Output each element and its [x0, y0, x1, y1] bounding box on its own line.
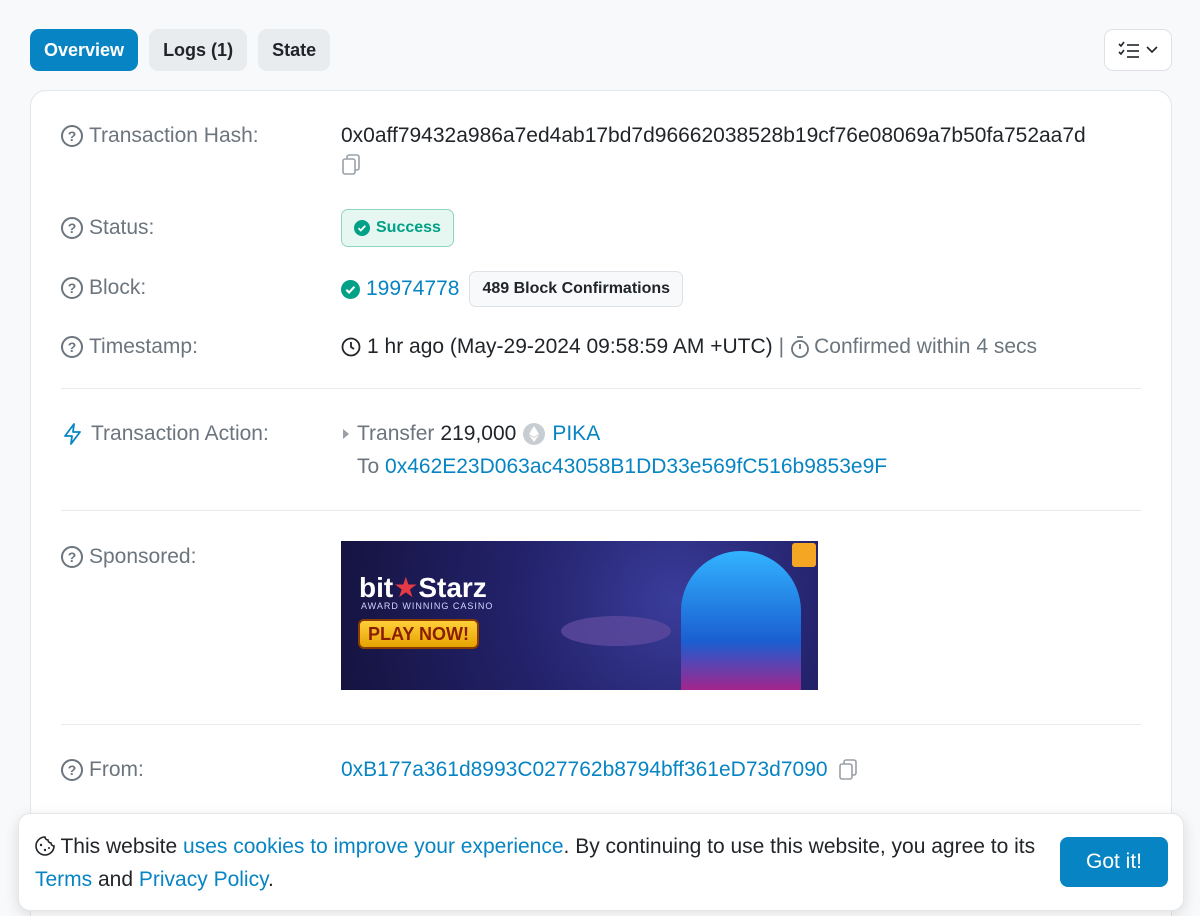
tx-action-value: Transfer 219,000 PIKA To 0x462E23D063ac4…	[341, 422, 887, 479]
from-label: ? From:	[61, 758, 144, 782]
block-confirmations-badge: 489 Block Confirmations	[469, 271, 684, 307]
status-badge: Success	[341, 209, 454, 247]
ad-brand: bit★Starz	[359, 572, 487, 603]
from-value: 0xB177a361d8993C027762b8794bff361eD73d70…	[341, 758, 858, 782]
divider	[61, 510, 1141, 511]
help-icon[interactable]: ?	[61, 546, 83, 568]
cookie-message: This website uses cookies to improve you…	[35, 835, 1036, 891]
status-label: ? Status:	[61, 216, 154, 240]
tab-state[interactable]: State	[258, 29, 331, 71]
check-circle-icon	[341, 279, 360, 299]
sponsored-label: ? Sponsored:	[61, 545, 196, 569]
terms-link[interactable]: Terms	[35, 868, 92, 891]
tab-overview[interactable]: Overview	[30, 29, 139, 71]
help-icon[interactable]: ?	[61, 217, 83, 239]
divider	[61, 724, 1141, 725]
help-icon[interactable]: ?	[61, 277, 83, 299]
sponsored-ad-banner[interactable]: bit★Starz AWARD WINNING CASINO PLAY NOW!	[341, 541, 818, 690]
block-row: ? Block: 19974778 489 Block Confirmation…	[61, 271, 1141, 311]
cookie-consent-banner: This website uses cookies to improve you…	[18, 813, 1184, 911]
token-link[interactable]: PIKA	[552, 422, 600, 446]
ad-tagline: AWARD WINNING CASINO	[361, 601, 494, 611]
tab-bar: Overview Logs (1) State	[30, 29, 331, 71]
cookie-accept-button[interactable]: Got it!	[1060, 837, 1168, 887]
ethereum-token-icon	[523, 423, 546, 445]
block-number-link[interactable]: 19974778	[366, 277, 459, 301]
block-value: 19974778 489 Block Confirmations	[341, 271, 684, 307]
view-options-dropdown[interactable]	[1104, 29, 1172, 71]
timestamp-value: 1 hr ago (May-29-2024 09:58:59 AM +UTC) …	[341, 335, 1037, 359]
ad-genie-image	[681, 551, 801, 690]
tx-action-label: Transaction Action:	[61, 422, 269, 446]
tx-hash-label: ? Transaction Hash:	[61, 124, 259, 148]
transaction-details-card: ? Transaction Hash: 0x0aff79432a986a7ed4…	[30, 90, 1172, 916]
copy-icon[interactable]	[838, 759, 858, 781]
help-icon[interactable]: ?	[61, 759, 83, 781]
status-value: Success	[341, 209, 454, 247]
privacy-policy-link[interactable]: Privacy Policy	[139, 868, 268, 891]
help-icon[interactable]: ?	[61, 336, 83, 358]
caret-right-icon	[343, 429, 349, 439]
ad-corner-logo	[792, 543, 816, 567]
tx-hash-value: 0x0aff79432a986a7ed4ab17bd7d96662038528b…	[341, 124, 1086, 182]
timestamp-label: ? Timestamp:	[61, 335, 198, 359]
ad-lamp	[561, 616, 671, 646]
chevron-down-icon	[1146, 46, 1158, 54]
tab-logs[interactable]: Logs (1)	[149, 29, 248, 71]
cookie-icon	[35, 836, 55, 856]
separator: |	[778, 335, 785, 358]
lightning-icon	[64, 423, 81, 445]
block-label: ? Block:	[61, 276, 146, 300]
from-address-link[interactable]: 0xB177a361d8993C027762b8794bff361eD73d70…	[341, 758, 828, 782]
tx-hash-row: ? Transaction Hash: 0x0aff79432a986a7ed4…	[61, 124, 1141, 184]
to-address-link[interactable]: 0x462E23D063ac43058B1DD33e569fC516b9853e…	[385, 455, 887, 478]
ad-play-now-button[interactable]: PLAY NOW!	[358, 619, 480, 649]
clock-icon	[341, 337, 361, 357]
divider	[61, 388, 1141, 389]
cookie-policy-link[interactable]: uses cookies to improve your experience	[183, 835, 564, 858]
confirmed-within: Confirmed within 4 secs	[814, 335, 1038, 358]
from-row: ? From: 0xB177a361d8993C027762b8794bff36…	[61, 758, 1141, 788]
stopwatch-icon	[791, 336, 809, 358]
help-icon[interactable]: ?	[61, 125, 83, 147]
timestamp-row: ? Timestamp: 1 hr ago (May-29-2024 09:58…	[61, 335, 1141, 365]
checklist-icon	[1118, 41, 1139, 58]
copy-icon[interactable]	[341, 154, 361, 176]
check-circle-icon	[354, 220, 370, 236]
tx-action-row: Transaction Action: Transfer 219,000 PIK…	[61, 422, 1141, 482]
status-row: ? Status: Success	[61, 209, 1141, 249]
